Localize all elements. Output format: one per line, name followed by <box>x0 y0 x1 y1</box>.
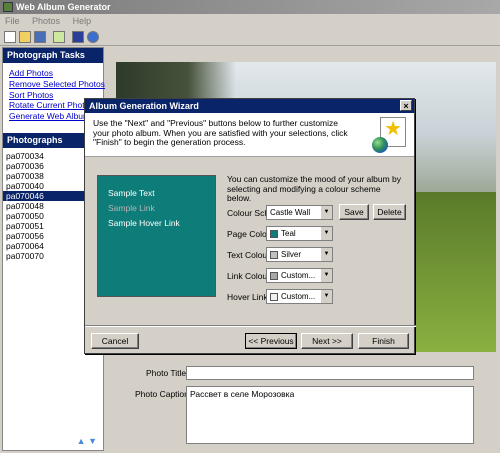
previous-button[interactable]: << Previous <box>245 333 297 349</box>
link-colour-select[interactable]: Custom... ▼ <box>266 268 333 283</box>
page-colour-select[interactable]: Teal ▼ <box>266 226 333 241</box>
album-generation-wizard-dialog: Album Generation Wizard × Use the "Next"… <box>84 98 416 354</box>
colour-preview-panel: Sample Text Sample Link Sample Hover Lin… <box>97 175 216 297</box>
reorder-arrows: ▲ ▼ <box>77 436 97 446</box>
preview-sample-hover-link: Sample Hover Link <box>108 218 180 228</box>
dialog-description: Use the "Next" and "Previous" buttons be… <box>93 118 348 147</box>
window-title-bar: Web Album Generator <box>0 0 500 14</box>
photo-title-label: Photo Title: <box>146 368 189 378</box>
text-colour-value: Silver <box>281 250 302 259</box>
link-colour-swatch <box>270 271 278 280</box>
menu-help[interactable]: Help <box>68 14 97 28</box>
finish-button[interactable]: Finish <box>358 333 409 349</box>
chevron-down-icon[interactable]: ▼ <box>320 248 332 261</box>
toolbar <box>0 28 500 46</box>
mood-intro-text: You can customize the mood of your album… <box>227 174 402 203</box>
move-down-icon[interactable]: ▼ <box>88 436 97 446</box>
colour-scheme-select[interactable]: Castle Wall ▼ <box>266 205 333 220</box>
move-up-icon[interactable]: ▲ <box>77 436 86 446</box>
dialog-title: Album Generation Wizard <box>89 101 199 111</box>
menu-file[interactable]: File <box>0 14 25 28</box>
add-photos-link[interactable]: Add Photos <box>9 68 103 79</box>
photo-caption-textarea[interactable]: Рассвет в селе Морозовка <box>186 386 474 444</box>
info-icon[interactable] <box>87 31 99 43</box>
dialog-header: Use the "Next" and "Previous" buttons be… <box>85 113 414 157</box>
chevron-down-icon[interactable]: ▼ <box>320 290 332 303</box>
hover-link-colour-swatch <box>270 292 278 301</box>
new-icon[interactable] <box>4 31 16 43</box>
photo-title-input[interactable] <box>186 366 474 380</box>
dialog-separator <box>85 325 416 327</box>
close-icon[interactable]: × <box>400 100 412 111</box>
tasks-header: Photograph Tasks <box>3 48 103 63</box>
help-book-icon[interactable] <box>72 31 84 43</box>
text-colour-swatch <box>270 250 278 259</box>
open-folder-icon[interactable] <box>19 31 31 43</box>
generate-icon[interactable] <box>53 31 65 43</box>
hover-link-colour-select[interactable]: Custom... ▼ <box>266 289 333 304</box>
menu-photos[interactable]: Photos <box>27 14 65 28</box>
dialog-title-bar: Album Generation Wizard × <box>85 99 414 113</box>
save-icon[interactable] <box>34 31 46 43</box>
remove-selected-photos-link[interactable]: Remove Selected Photos <box>9 79 105 90</box>
link-colour-value: Custom... <box>281 271 316 280</box>
delete-scheme-button[interactable]: Delete <box>373 204 406 220</box>
colour-scheme-value: Castle Wall <box>270 208 311 217</box>
next-button[interactable]: Next >> <box>301 333 353 349</box>
page-colour-value: Teal <box>281 229 296 238</box>
save-scheme-button[interactable]: Save <box>339 204 369 220</box>
chevron-down-icon[interactable]: ▼ <box>320 227 332 240</box>
app-icon <box>3 2 13 12</box>
cancel-button[interactable]: Cancel <box>91 333 139 349</box>
preview-sample-text: Sample Text <box>108 188 155 198</box>
text-colour-select[interactable]: Silver ▼ <box>266 247 333 262</box>
chevron-down-icon[interactable]: ▼ <box>320 206 332 219</box>
preview-sample-link: Sample Link <box>108 203 155 213</box>
menu-bar: File Photos Help <box>0 14 500 28</box>
photo-caption-label: Photo Caption: <box>135 389 192 399</box>
window-title: Web Album Generator <box>16 2 111 12</box>
hover-link-colour-value: Custom... <box>281 292 316 301</box>
chevron-down-icon[interactable]: ▼ <box>320 269 332 282</box>
wizard-star-icon: ★ <box>372 117 406 153</box>
page-colour-swatch <box>270 229 278 238</box>
